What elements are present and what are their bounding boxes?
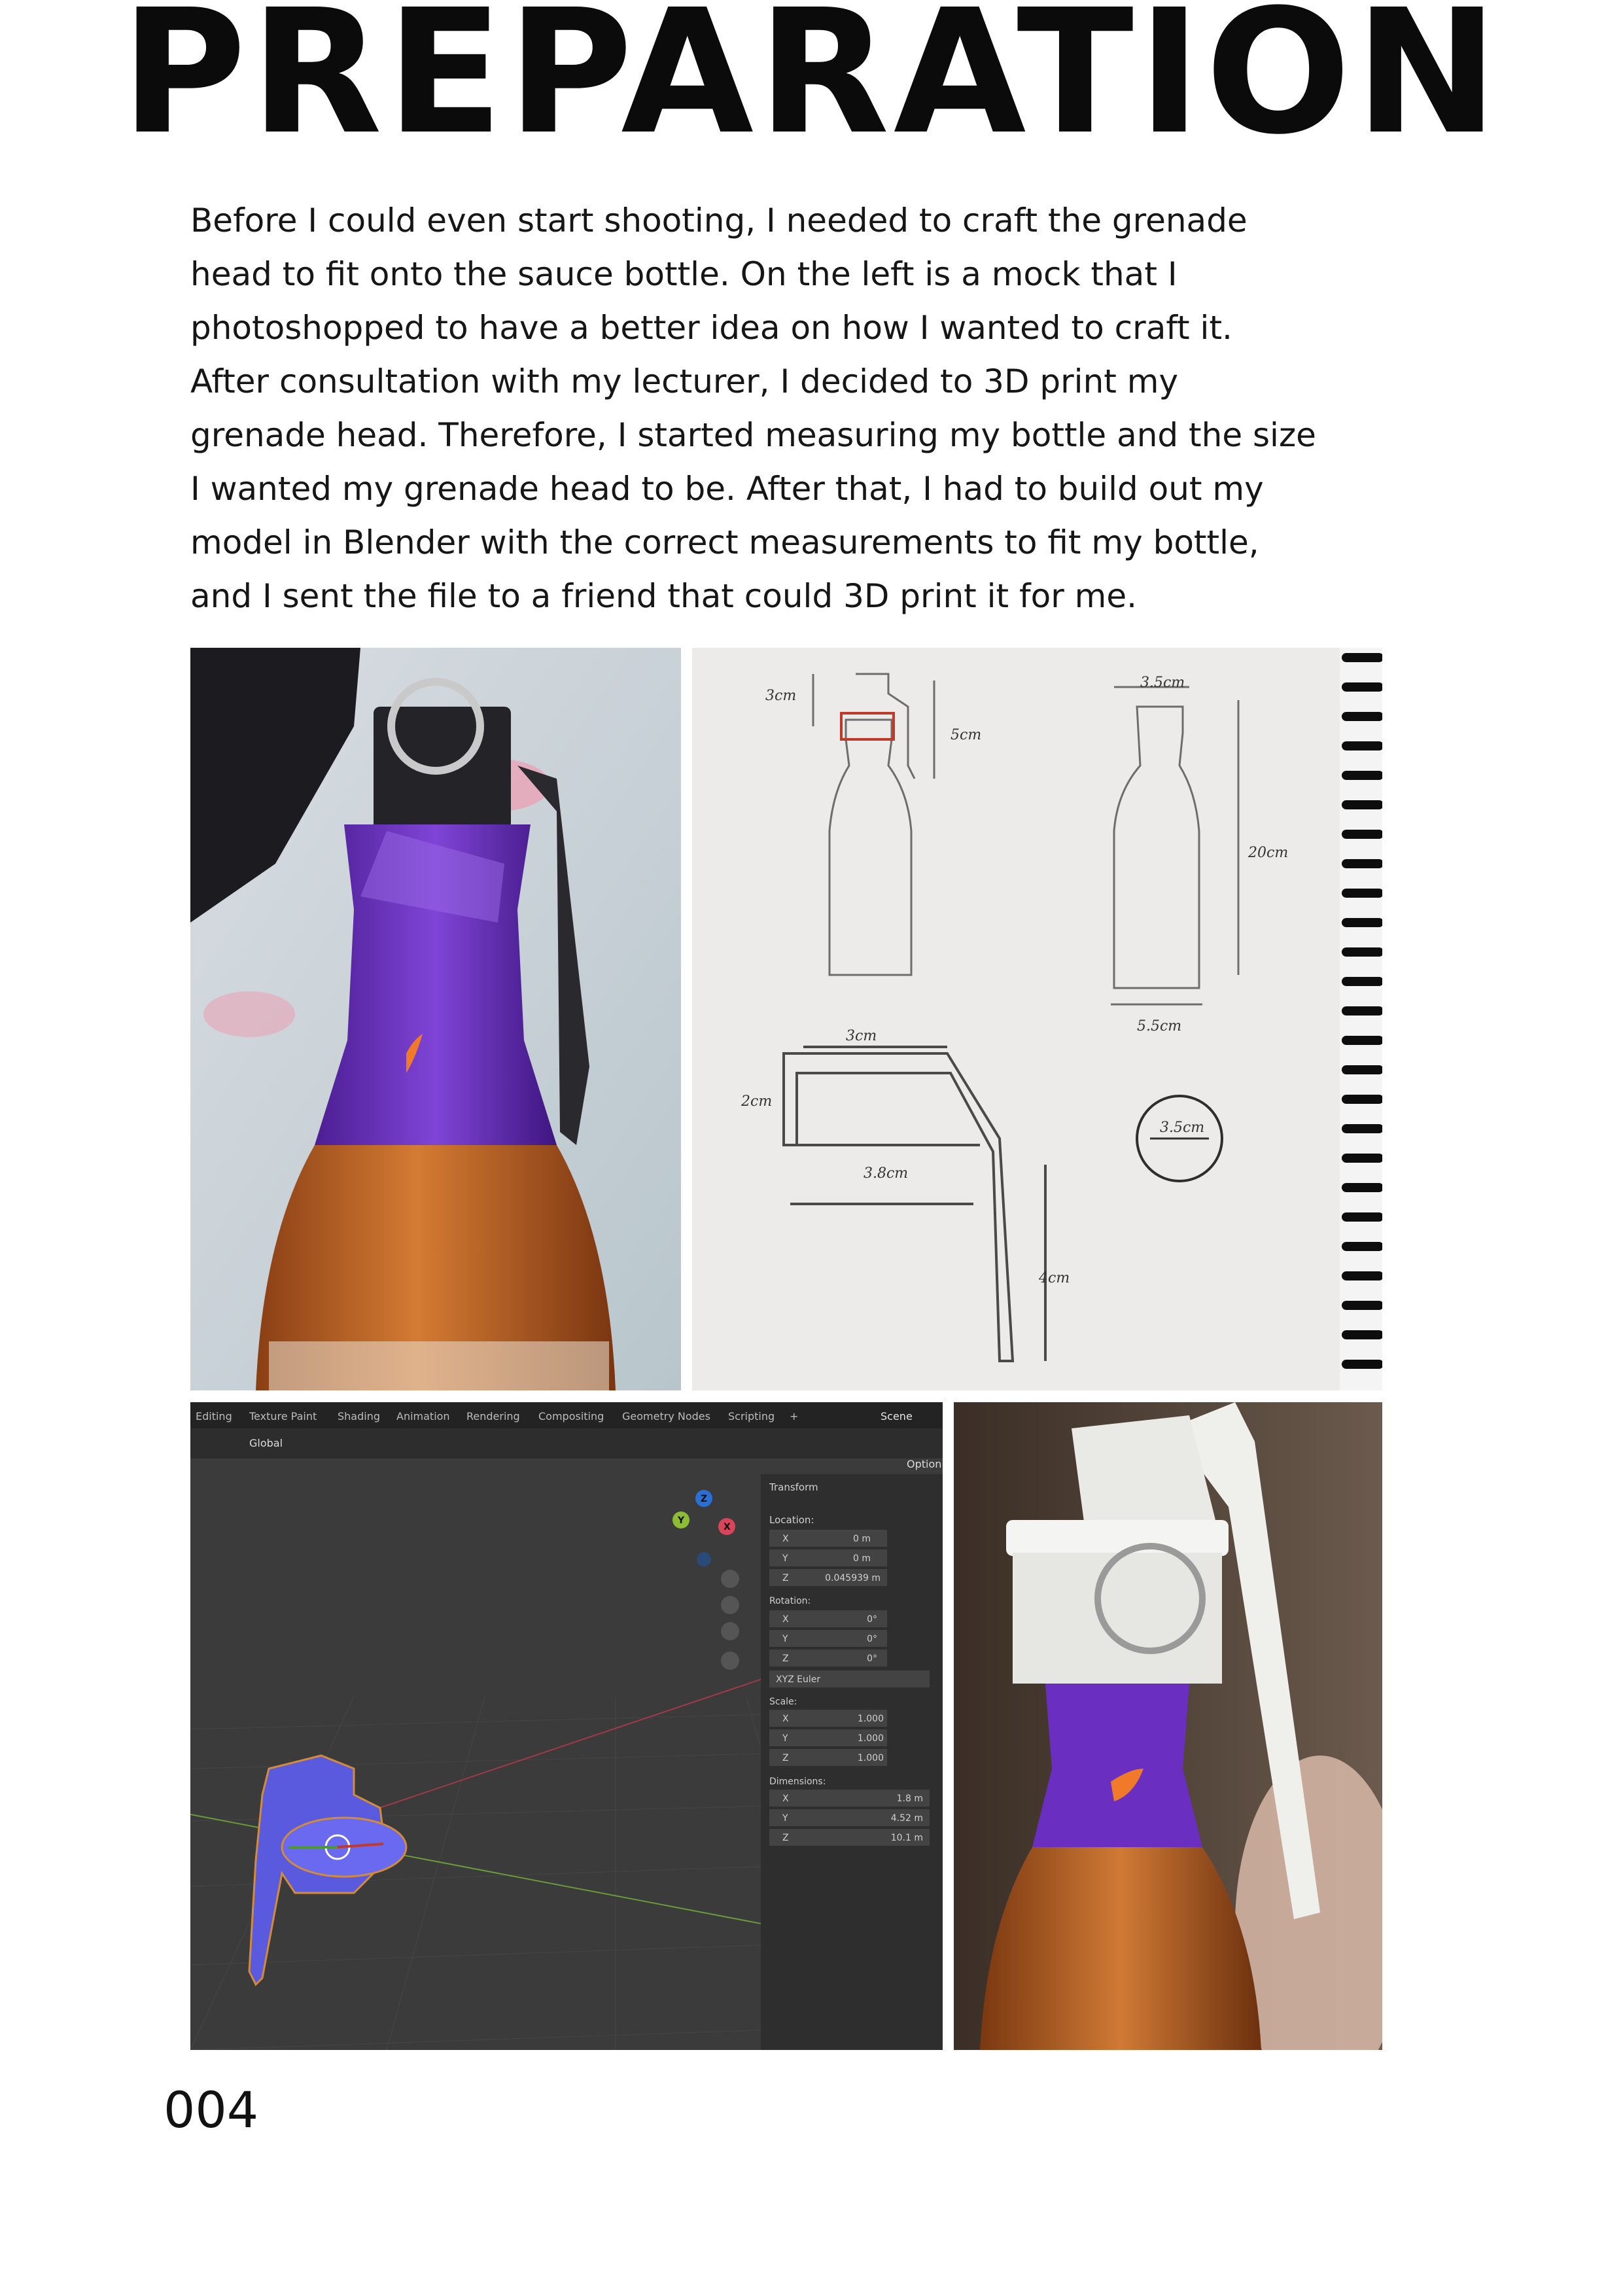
loc-y-axis: Y (782, 1553, 788, 1564)
label-3-5cm-circle: 3.5cm (1160, 1120, 1204, 1136)
scale-x-field[interactable]: 1.000 (858, 1714, 884, 1724)
loc-z-field[interactable]: 0.045939 m (825, 1573, 881, 1583)
label-3-5cm: 3.5cm (1140, 675, 1185, 691)
label-3cm: 3cm (846, 1028, 877, 1044)
rot-y-field[interactable]: 0° (867, 1634, 877, 1644)
sketch-photo: 3cm 5cm 3.5cm 20cm 5.5cm 3cm 2cm 3.8cm 3… (692, 648, 1382, 1390)
dimensions-label: Dimensions: (769, 1776, 826, 1787)
rotation-label: Rotation: (769, 1596, 811, 1606)
dim-y-axis: Y (782, 1813, 788, 1824)
dim-z-axis: Z (782, 1833, 789, 1843)
rot-y-axis: Y (782, 1634, 788, 1644)
loc-x-field[interactable]: 0 m (853, 1534, 871, 1544)
rot-x-axis: X (782, 1614, 789, 1625)
tab-add[interactable]: + (790, 1410, 798, 1422)
label-4cm: 4cm (1038, 1270, 1070, 1286)
tab-compositing[interactable]: Compositing (538, 1410, 604, 1422)
printed-head-photo (954, 1402, 1382, 2050)
transform-panel-title[interactable]: Transform (769, 1481, 818, 1493)
tab-texture-paint[interactable]: Texture Paint (249, 1410, 317, 1422)
tab-scripting[interactable]: Scripting (728, 1410, 775, 1422)
mockup-photo (190, 648, 681, 1390)
scale-y-axis: Y (782, 1733, 788, 1744)
global-dropdown[interactable]: Global (249, 1437, 283, 1449)
scale-y-field[interactable]: 1.000 (858, 1733, 884, 1744)
page-title: PREPARATION (120, 0, 1503, 172)
options-button[interactable]: Option (907, 1458, 941, 1470)
label-20cm: 20cm (1248, 845, 1288, 861)
blender-screenshot: Editing Texture Paint Shading Animation … (190, 1402, 943, 2050)
label-3cm-top: 3cm (765, 688, 796, 704)
scene-selector[interactable]: Scene (881, 1410, 913, 1422)
body-paragraph: Before I could even start shooting, I ne… (190, 202, 1316, 615)
dim-y-field[interactable]: 4.52 m (891, 1813, 923, 1824)
loc-y-field[interactable]: 0 m (853, 1553, 871, 1564)
loc-x-axis: X (782, 1534, 789, 1544)
gizmo-z-label: Z (701, 1494, 707, 1504)
tab-shading[interactable]: Shading (338, 1410, 380, 1422)
dim-z-field[interactable]: 10.1 m (891, 1833, 923, 1843)
scale-x-axis: X (782, 1714, 789, 1724)
label-5-5cm: 5.5cm (1137, 1018, 1181, 1034)
label-5cm: 5cm (951, 727, 981, 743)
rotation-mode-dropdown[interactable]: XYZ Euler (776, 1674, 820, 1685)
scale-label: Scale: (769, 1697, 797, 1707)
gizmo-x-label: X (724, 1522, 731, 1532)
tab-animation[interactable]: Animation (396, 1410, 450, 1422)
location-label: Location: (769, 1514, 814, 1526)
gizmo-y-label: Y (677, 1515, 685, 1526)
rot-z-axis: Z (782, 1653, 789, 1664)
dim-x-field[interactable]: 1.8 m (897, 1793, 923, 1804)
tab-geometry-nodes[interactable]: Geometry Nodes (622, 1410, 710, 1422)
dim-x-axis: X (782, 1793, 789, 1804)
rot-z-field[interactable]: 0° (867, 1653, 877, 1664)
label-3-8cm: 3.8cm (864, 1165, 908, 1182)
page-number: 004 (164, 2081, 259, 2139)
scale-z-field[interactable]: 1.000 (858, 1753, 884, 1763)
scale-z-axis: Z (782, 1753, 789, 1763)
tab-editing[interactable]: Editing (196, 1410, 232, 1422)
rot-x-field[interactable]: 0° (867, 1614, 877, 1625)
tab-rendering[interactable]: Rendering (466, 1410, 520, 1422)
loc-z-axis: Z (782, 1573, 789, 1583)
label-2cm: 2cm (741, 1093, 772, 1110)
